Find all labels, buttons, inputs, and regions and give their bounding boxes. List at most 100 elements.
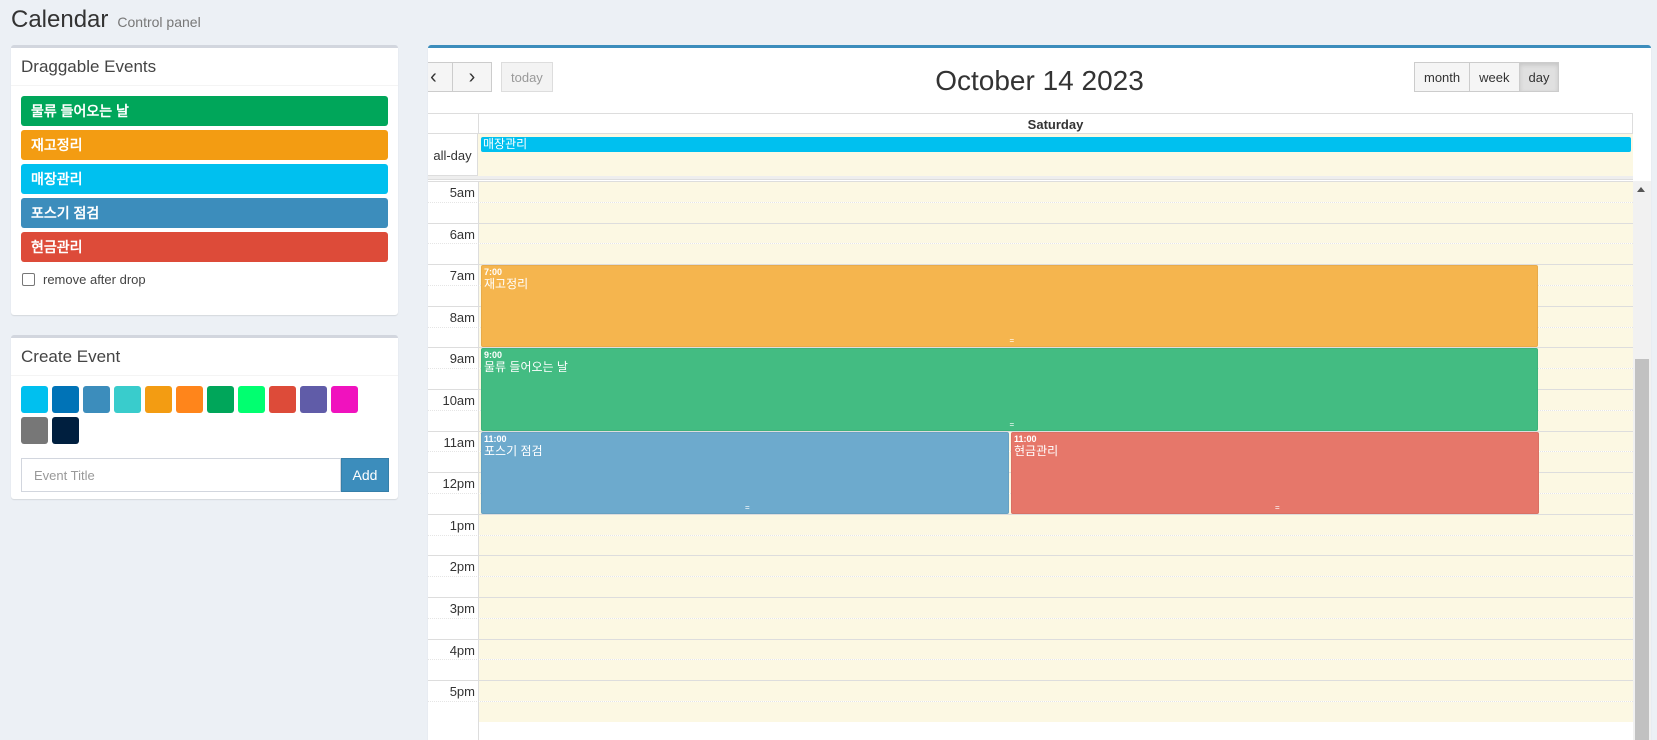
scrollbar[interactable] <box>1633 181 1651 740</box>
time-slot-background <box>478 618 1633 639</box>
remove-after-drop[interactable]: remove after drop <box>22 272 388 287</box>
time-slot[interactable]: 5pm <box>428 680 1633 701</box>
time-slot-background <box>478 577 1633 597</box>
color-swatch[interactable] <box>207 386 234 413</box>
color-swatch[interactable] <box>83 386 110 413</box>
time-slot-background <box>478 598 1633 618</box>
time-label: 5pm <box>449 684 475 700</box>
resize-handle-icon[interactable]: = <box>745 503 750 511</box>
calendar-event[interactable]: 11:00 포스기 점검 = <box>481 431 1009 514</box>
time-label: 3pm <box>449 601 475 616</box>
time-slot[interactable] <box>428 617 1633 639</box>
external-event[interactable]: 포스기 점검 <box>21 198 388 228</box>
time-slot[interactable]: 1pm <box>428 513 1633 535</box>
resize-handle-icon[interactable]: = <box>1275 503 1280 511</box>
scrollbar-thumb[interactable] <box>1635 359 1649 740</box>
time-slot-background <box>478 639 1633 660</box>
draggable-events-header: Draggable Events <box>11 48 398 86</box>
month-view-button[interactable]: month <box>1414 62 1471 92</box>
time-slot-background <box>478 223 1633 244</box>
page-header: Calendar Control panel <box>11 6 201 34</box>
time-slot[interactable] <box>428 534 1633 556</box>
color-swatch[interactable] <box>52 386 79 413</box>
time-slot-background <box>478 702 1633 722</box>
event-title: 포스기 점검 <box>484 443 543 458</box>
day-view-button[interactable]: day <box>1519 62 1560 92</box>
color-swatch[interactable] <box>52 417 79 444</box>
event-time: 7:00 <box>484 267 503 278</box>
all-day-event[interactable]: 매장관리 <box>481 137 1631 152</box>
all-day-cell[interactable]: 매장관리 <box>478 134 1633 176</box>
color-swatch[interactable] <box>331 386 358 413</box>
time-slot[interactable]: 4pm <box>428 638 1633 660</box>
view-button-group: month week day <box>1414 62 1560 92</box>
event-title: 현금관리 <box>1014 443 1059 458</box>
external-event[interactable]: 현금관리 <box>21 232 388 262</box>
time-label: 10am <box>442 393 475 408</box>
time-slot[interactable] <box>428 576 1633 597</box>
time-slot-background <box>478 514 1633 535</box>
external-event[interactable]: 재고정리 <box>21 130 388 160</box>
time-label: 9am <box>449 351 475 367</box>
time-slot[interactable] <box>428 701 1633 722</box>
color-swatch[interactable] <box>114 386 141 413</box>
external-events-list: 물류 들어오는 날재고정리매장관리포스기 점검현금관리 <box>11 86 398 262</box>
calendar-grid: Saturday all-day 매장관리 5am 6am 7am 8am 9am 10a… <box>428 113 1651 740</box>
all-day-divider <box>428 176 1633 180</box>
color-swatch[interactable] <box>176 386 203 413</box>
time-slot-background <box>478 182 1633 202</box>
scroll-up-arrow-icon[interactable] <box>1637 187 1645 192</box>
time-slot[interactable]: 5am <box>428 181 1633 202</box>
all-day-label: all-day <box>428 134 478 176</box>
draggable-events-title: Draggable Events <box>21 56 157 76</box>
calendar-event[interactable]: 9:00 물류 들어오는 날 = <box>481 348 1538 431</box>
time-slot-background <box>478 681 1633 701</box>
time-slot[interactable]: 3pm <box>428 597 1633 618</box>
color-swatch[interactable] <box>300 386 327 413</box>
all-day-row: all-day 매장관리 <box>428 134 1633 176</box>
color-swatch[interactable] <box>238 386 265 413</box>
color-swatch[interactable] <box>145 386 172 413</box>
time-slot-background <box>478 202 1633 223</box>
event-title-input[interactable]: Event Title <box>21 458 341 492</box>
axis-divider <box>478 181 479 740</box>
time-label: 5am <box>449 185 475 200</box>
time-label: 8am <box>449 309 475 325</box>
resize-handle-icon[interactable]: = <box>1010 420 1015 428</box>
header-axis-cell <box>428 113 478 134</box>
external-event[interactable]: 물류 들어오는 날 <box>21 96 388 126</box>
event-title: 재고정리 <box>484 277 529 292</box>
time-slot-background <box>478 244 1633 265</box>
day-header: Saturday <box>478 113 1633 134</box>
time-label: 11am <box>443 434 475 450</box>
external-event[interactable]: 매장관리 <box>21 164 388 194</box>
color-swatch[interactable] <box>269 386 296 413</box>
calendar-event[interactable]: 11:00 현금관리 = <box>1011 431 1539 514</box>
calendar-box: ‹ › today October 14 2023 month week day… <box>428 45 1651 740</box>
time-label: 6am <box>449 226 475 242</box>
remove-after-drop-checkbox[interactable] <box>22 273 35 286</box>
create-event-header: Create Event <box>11 338 398 376</box>
time-slot[interactable] <box>428 243 1633 265</box>
create-event-box: Create Event Event Title Add <box>11 335 398 499</box>
time-slot-background <box>478 660 1633 681</box>
time-slot-background <box>478 535 1633 556</box>
color-swatch[interactable] <box>21 386 48 413</box>
time-label: 1pm <box>449 517 475 533</box>
page-subtitle: Control panel <box>117 14 201 30</box>
create-event-title: Create Event <box>21 346 121 366</box>
time-slot[interactable] <box>428 659 1633 681</box>
resize-handle-icon[interactable]: = <box>1010 337 1015 345</box>
time-slot[interactable]: 2pm <box>428 555 1633 577</box>
week-view-button[interactable]: week <box>1470 62 1520 92</box>
calendar-event[interactable]: 7:00 재고정리 = <box>481 265 1538 348</box>
time-slot[interactable] <box>428 201 1633 223</box>
add-event-button[interactable]: Add <box>341 458 389 492</box>
time-label: 2pm <box>449 559 475 575</box>
time-label: 7am <box>449 268 475 284</box>
page-title: Calendar <box>11 6 109 33</box>
event-time: 9:00 <box>484 350 503 361</box>
time-slot[interactable]: 6am <box>428 222 1633 244</box>
event-time: 11:00 <box>1014 433 1037 444</box>
color-swatch[interactable] <box>21 417 48 444</box>
